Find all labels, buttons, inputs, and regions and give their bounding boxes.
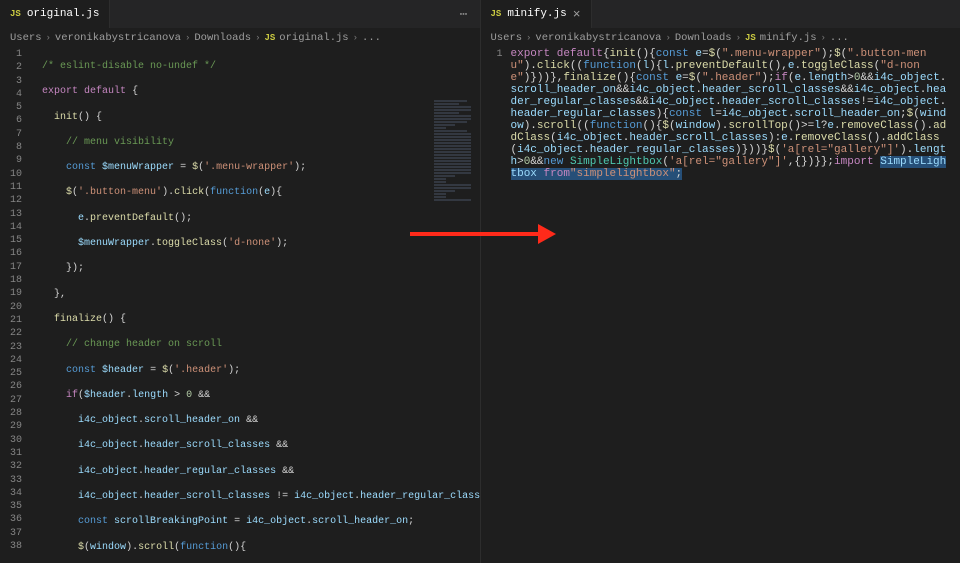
line-gutter: 12345 678910 1112131415 1617181920 21222… (0, 48, 30, 563)
chevron-right-icon: › (665, 33, 670, 43)
bc-part[interactable]: Users (10, 32, 42, 44)
bc-part[interactable]: ... (830, 32, 849, 44)
bc-part[interactable]: Downloads (194, 32, 251, 44)
bc-part[interactable]: veronikabystricanova (535, 32, 661, 44)
chevron-right-icon: › (821, 33, 826, 43)
tab-minify-js[interactable]: JS minify.js × (481, 0, 592, 28)
bc-part[interactable]: Downloads (675, 32, 732, 44)
tab-bar-right: JS minify.js × (481, 0, 960, 28)
chevron-right-icon: › (353, 33, 358, 43)
close-icon[interactable]: × (573, 8, 581, 21)
js-icon: JS (745, 33, 756, 43)
bc-part[interactable]: original.js (279, 32, 348, 44)
js-icon: JS (491, 9, 502, 19)
bc-part[interactable]: minify.js (760, 32, 817, 44)
bc-part[interactable]: veronikabystricanova (55, 32, 181, 44)
tab-original-js[interactable]: JS original.js (0, 0, 110, 28)
line-gutter-right: 1 (481, 48, 511, 563)
code-area-left[interactable]: 12345 678910 1112131415 1617181920 21222… (0, 48, 480, 563)
right-pane: JS minify.js × Users› veronikabystricano… (481, 0, 960, 563)
chevron-right-icon: › (46, 33, 51, 43)
chevron-right-icon: › (255, 33, 260, 43)
bc-part[interactable]: Users (491, 32, 523, 44)
tab-title: original.js (27, 8, 100, 20)
code-content-right[interactable]: export default{init(){const e=$(".menu-w… (511, 48, 960, 563)
tab-bar-left: JS original.js ⋯ (0, 0, 480, 28)
breadcrumb-right[interactable]: Users› veronikabystricanova› Downloads› … (481, 28, 960, 48)
code-content-left[interactable]: /* eslint-disable no-undef */ export def… (30, 48, 480, 563)
chevron-right-icon: › (526, 33, 531, 43)
chevron-right-icon: › (185, 33, 190, 43)
bc-part[interactable]: ... (362, 32, 381, 44)
minimap[interactable] (430, 96, 480, 276)
js-icon: JS (10, 9, 21, 19)
left-pane: JS original.js ⋯ Users › veronikabystrica… (0, 0, 481, 563)
tab-actions-more[interactable]: ⋯ (450, 7, 480, 22)
code-area-right[interactable]: 1 export default{init(){const e=$(".menu… (481, 48, 960, 563)
js-icon: JS (264, 33, 275, 43)
editor-split-container: JS original.js ⋯ Users› veronikabystrica… (0, 0, 960, 563)
breadcrumb-left[interactable]: Users› veronikabystricanova› Downloads› … (0, 28, 480, 48)
chevron-right-icon: › (736, 33, 741, 43)
tab-title: minify.js (507, 8, 566, 20)
